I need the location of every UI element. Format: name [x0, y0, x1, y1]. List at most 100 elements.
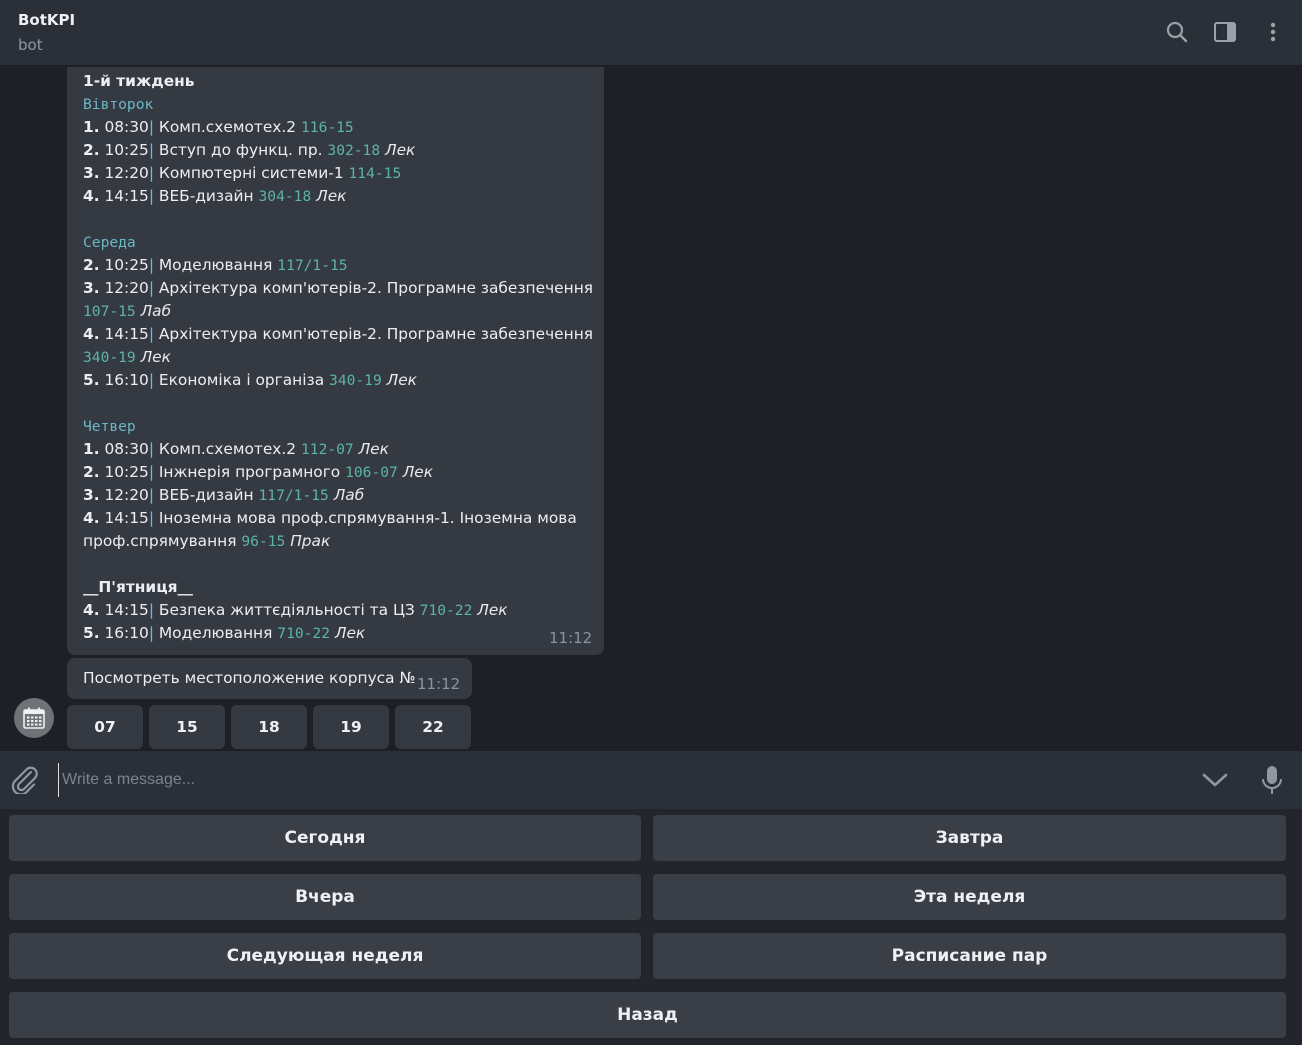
- lesson-number: 1.: [83, 118, 100, 136]
- calendar-icon: [23, 707, 45, 729]
- lesson-row: 3. 12:20| ВЕБ-дизайн 117/1-15 Лаб: [83, 484, 364, 507]
- weekday-label: Вівторок: [83, 93, 153, 116]
- lesson-number: 4.: [83, 509, 100, 527]
- lesson-time: 14:15: [99, 601, 149, 619]
- building-button-18[interactable]: 18: [231, 705, 307, 749]
- lesson-number: 2.: [83, 141, 100, 159]
- lesson-room: 340-19: [329, 372, 382, 389]
- pairs-schedule-button[interactable]: Расписание пар: [653, 933, 1286, 979]
- lesson-subject: проф.спрямування: [83, 532, 242, 550]
- message-input[interactable]: [58, 763, 1178, 797]
- lesson-row: 5. 16:10| Економіка і організа 340-19 Ле…: [83, 369, 417, 392]
- lesson-room: 112-07: [301, 441, 354, 458]
- lesson-room: 304-18: [258, 188, 312, 205]
- building-button-15[interactable]: 15: [149, 705, 225, 749]
- lesson-type: Прак: [285, 532, 331, 550]
- lesson-subject: Економіка і організа: [154, 371, 330, 389]
- message-time: 11:12: [549, 629, 593, 647]
- lesson-number: 2.: [83, 463, 100, 481]
- lesson-time: 14:15: [99, 509, 149, 527]
- lesson-row: 5. 16:10| Моделювання 710-22 Лек: [83, 622, 365, 645]
- lesson-room: 116-15: [301, 119, 354, 136]
- lesson-type: Лек: [311, 187, 347, 205]
- weekday-label: Середа: [83, 231, 136, 254]
- lesson-number: 3.: [83, 164, 100, 182]
- lesson-type: Лаб: [328, 486, 365, 504]
- lesson-subject: Моделювання: [154, 624, 278, 642]
- lesson-room: 107-15: [83, 303, 136, 320]
- lesson-subject: Комп.схемотех.2: [154, 118, 301, 136]
- message-list[interactable]: 1-й тиждень Вівторок 1. 08:30| Комп.схемо…: [0, 67, 1302, 751]
- lesson-room: 710-22: [277, 625, 330, 642]
- bot-avatar[interactable]: [14, 698, 54, 738]
- building-button-22[interactable]: 22: [395, 705, 471, 749]
- lesson-subject: Архітектура комп'ютерів-2. Програмне заб…: [154, 325, 594, 343]
- lesson-row: 2. 10:25| Інжнерія програмного 106-07 Ле…: [83, 461, 433, 484]
- building-button-07[interactable]: 07: [67, 705, 143, 749]
- lesson-row: 4. 14:15| Безпека життєдіяльності та ЦЗ …: [83, 599, 508, 622]
- weekday-label: Четвер: [83, 415, 136, 438]
- lesson-number: 3.: [83, 279, 100, 297]
- weekday-name: Середа: [83, 234, 136, 251]
- lesson-type: Лек: [397, 463, 434, 481]
- lesson-row: 1. 08:30| Комп.схемотех.2 116-15: [83, 116, 354, 139]
- lesson-row-continued: 340-19 Лек: [83, 346, 171, 369]
- lesson-room: 114-15: [348, 165, 402, 182]
- paperclip-icon[interactable]: [10, 766, 40, 798]
- lesson-subject: Інжнерія програмного: [154, 463, 346, 481]
- lesson-room: 117/1-15: [258, 487, 329, 504]
- lesson-room: 117/1-15: [277, 257, 348, 274]
- lesson-type: Лек: [472, 601, 508, 619]
- sidebar-toggle-icon[interactable]: [1213, 20, 1237, 44]
- lesson-row: 2. 10:25| Моделювання 117/1-15: [83, 254, 348, 277]
- lesson-time: 08:30: [99, 118, 149, 136]
- lesson-row: 2. 10:25| Вступ до функц. пр. 302-18 Лек: [83, 139, 415, 162]
- lesson-subject: Комп.схемотех.2: [154, 440, 301, 458]
- chevron-down-icon[interactable]: [1202, 772, 1228, 792]
- today-button[interactable]: Сегодня: [9, 815, 641, 861]
- more-vertical-icon[interactable]: [1261, 20, 1285, 44]
- lesson-row: 3. 12:20| Компютерні системи-1 114-15: [83, 162, 401, 185]
- back-button[interactable]: Назад: [9, 992, 1286, 1038]
- microphone-icon[interactable]: [1260, 765, 1284, 799]
- lesson-subject: Компютерні системи-1: [154, 164, 349, 182]
- lesson-row: 4. 14:15| Іноземна мова проф.спрямування…: [83, 507, 577, 530]
- week-heading: 1-й тиждень: [83, 72, 195, 90]
- weekday-name: __П'ятниця__: [83, 578, 193, 596]
- lesson-number: 4.: [83, 601, 100, 619]
- lesson-time: 14:15: [99, 187, 149, 205]
- lesson-type: Лек: [381, 371, 417, 389]
- lesson-time: 12:20: [99, 486, 149, 504]
- lesson-time: 16:10: [99, 624, 149, 642]
- next-week-button[interactable]: Следующая неделя: [9, 933, 641, 979]
- lesson-time: 10:25: [99, 141, 149, 159]
- lesson-time: 08:30: [99, 440, 149, 458]
- lesson-type: Лек: [353, 440, 389, 458]
- lesson-number: 3.: [83, 486, 100, 504]
- message-composer: [0, 751, 1302, 809]
- this-week-button[interactable]: Эта неделя: [653, 874, 1286, 920]
- lesson-time: 12:20: [99, 279, 149, 297]
- lesson-number: 1.: [83, 440, 100, 458]
- lesson-number: 5.: [83, 371, 100, 389]
- chat-title[interactable]: BotKPI: [18, 11, 75, 29]
- lesson-type: Лаб: [135, 302, 172, 320]
- lesson-row-continued: 107-15 Лаб: [83, 300, 171, 323]
- search-icon[interactable]: [1165, 20, 1189, 44]
- building-button-19[interactable]: 19: [313, 705, 389, 749]
- lesson-row: 4. 14:15| ВЕБ-дизайн 304-18 Лек: [83, 185, 346, 208]
- tomorrow-button[interactable]: Завтра: [653, 815, 1286, 861]
- weekday-name: Вівторок: [83, 96, 154, 113]
- lesson-number: 4.: [83, 325, 100, 343]
- lesson-time: 10:25: [99, 463, 149, 481]
- lesson-room: 106-07: [345, 464, 398, 481]
- lesson-subject: Безпека життєдіяльності та ЦЗ: [154, 601, 420, 619]
- lesson-subject: Архітектура комп'ютерів-2. Програмне заб…: [154, 279, 594, 297]
- lesson-time: 12:20: [99, 164, 149, 182]
- lesson-room: 302-18: [327, 142, 381, 159]
- lesson-row: 1. 08:30| Комп.схемотех.2 112-07 Лек: [83, 438, 389, 461]
- lesson-type: Лек: [135, 348, 171, 366]
- yesterday-button[interactable]: Вчера: [9, 874, 641, 920]
- message-time: 11:12: [417, 675, 461, 693]
- chat-subtitle: bot: [18, 36, 43, 54]
